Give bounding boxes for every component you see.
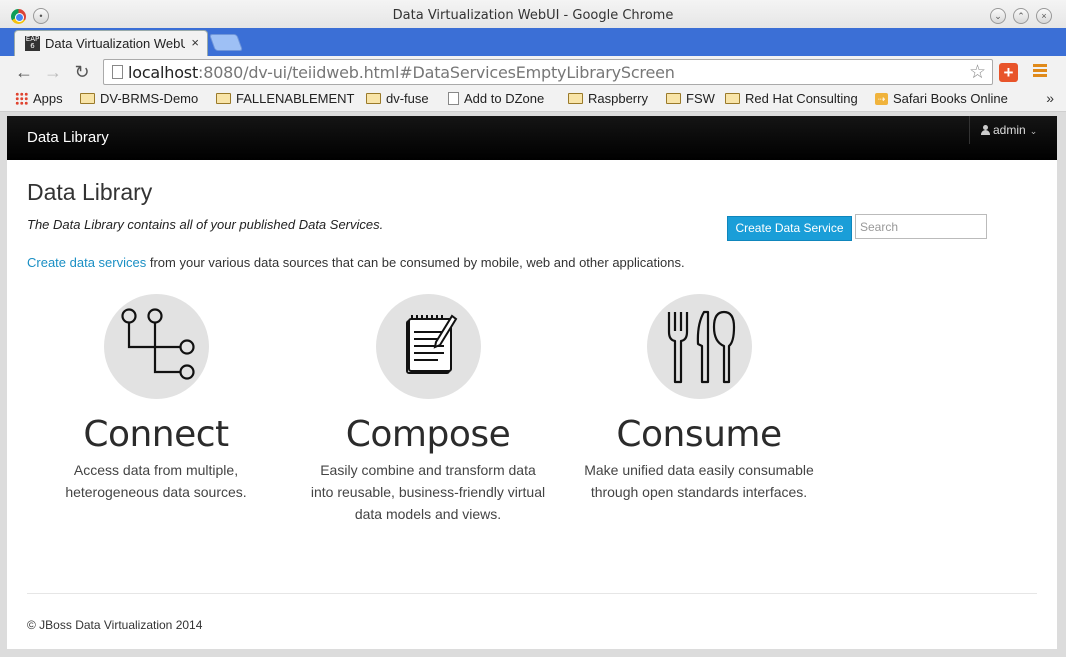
close-window-button[interactable]: × [1036, 8, 1052, 24]
forward-arrow-icon[interactable]: → [42, 61, 64, 83]
user-name: admin [993, 123, 1026, 137]
desc-line: through open standards interfaces. [590, 484, 808, 500]
url-host: localhost [128, 63, 199, 82]
bookmark-label: Apps [33, 91, 63, 106]
user-menu[interactable]: admin ⌄ [969, 116, 1057, 144]
page-icon [448, 92, 459, 105]
address-bar[interactable]: localhost:8080/dv-ui/teiidweb.html#DataS… [103, 59, 993, 85]
intro-rest: from your various data sources that can … [146, 255, 685, 270]
feature-connect: Connect Access data from multiple, heter… [26, 294, 286, 503]
bookmark-label: Red Hat Consulting [745, 91, 858, 106]
desc-line: into reusable, business-friendly virtual [310, 484, 546, 500]
page-icon [112, 65, 123, 79]
footer-copyright: © JBoss Data Virtualization 2014 [27, 618, 203, 632]
tab-data-virtualization[interactable]: EAP 6 Data Virtualization WebUI × [14, 30, 208, 56]
bookmark-label: Raspberry [588, 91, 648, 106]
intro-text: Create data services from your various d… [27, 255, 685, 270]
bookmark-red-hat-consulting[interactable]: Red Hat Consulting [725, 91, 865, 106]
tab-strip: EAP 6 Data Virtualization WebUI × [0, 28, 1066, 56]
app-navbar: Data Library admin ⌄ [7, 116, 1057, 160]
bookmark-label: dv-fuse [386, 91, 429, 106]
reload-icon[interactable]: ↻ [71, 61, 93, 83]
window-title: Data Virtualization WebUI - Google Chrom… [392, 8, 674, 23]
maximize-button[interactable]: ⌃ [1013, 8, 1029, 24]
new-tab-button[interactable] [208, 34, 244, 51]
feature-description: Easily combine and transform data into r… [298, 459, 558, 525]
folder-icon [80, 93, 95, 104]
bookmark-fallenablement[interactable]: FALLENABLEMENT [216, 91, 355, 106]
bookmark-label: Add to DZone [464, 91, 545, 106]
notepad-icon [375, 294, 481, 399]
bookmark-label: Safari Books Online [893, 91, 1008, 106]
desc-line: heterogeneous data sources. [65, 484, 247, 500]
url-path: :8080/dv-ui/teiidweb.html#DataServicesEm… [198, 63, 675, 82]
folder-icon [666, 93, 681, 104]
url-text: localhost:8080/dv-ui/teiidweb.html#DataS… [128, 63, 675, 82]
page-lead: The Data Library contains all of your pu… [27, 217, 384, 232]
folder-icon [568, 93, 583, 104]
create-data-service-button[interactable]: Create Data Service [727, 216, 852, 241]
bookmark-raspberry[interactable]: Raspberry [568, 91, 648, 106]
safari-icon: ⇢ [875, 92, 888, 105]
bookmark-safari-books[interactable]: ⇢ Safari Books Online [875, 91, 1013, 106]
chevron-down-icon: ⌄ [1029, 126, 1038, 136]
user-icon [981, 125, 990, 135]
tab-title: Data Virtualization WebUI [45, 36, 185, 51]
bookmark-dv-fuse[interactable]: dv-fuse [366, 91, 429, 106]
search-input[interactable] [855, 214, 987, 239]
page-title: Data Library [27, 179, 153, 205]
folder-icon [366, 93, 381, 104]
bookmark-dv-brms-demo[interactable]: DV-BRMS-Demo [80, 91, 198, 106]
bookmark-apps[interactable]: Apps [15, 91, 63, 106]
apps-grid-icon [15, 92, 28, 105]
create-data-services-link[interactable]: Create data services [27, 255, 146, 270]
bookmarks-bar: Apps DV-BRMS-Demo FALLENABLEMENT dv-fuse… [0, 88, 1066, 112]
back-arrow-icon[interactable]: ← [13, 61, 35, 83]
bookmark-label: DV-BRMS-Demo [100, 91, 199, 106]
bookmark-fsw[interactable]: FSW [666, 91, 715, 106]
feature-description: Make unified data easily consumable thro… [569, 459, 829, 503]
feature-title: Connect [83, 414, 229, 455]
folder-icon [216, 93, 231, 104]
footer-divider [27, 593, 1037, 594]
feature-description: Access data from multiple, heterogeneous… [26, 459, 286, 503]
bookmarks-overflow-icon[interactable]: » [1046, 90, 1054, 106]
feature-title: Consume [616, 414, 782, 455]
bookmark-add-to-dzone[interactable]: Add to DZone [448, 91, 544, 106]
desc-line: Access data from multiple, [73, 462, 239, 478]
browser-toolbar: ← → ↻ localhost:8080/dv-ui/teiidweb.html… [0, 56, 1066, 88]
desc-line: data models and views. [354, 506, 502, 522]
feature-consume: Consume Make unified data easily consuma… [569, 294, 829, 503]
app-brand[interactable]: Data Library [27, 129, 109, 146]
tab-close-icon[interactable]: × [191, 35, 199, 50]
folder-icon [725, 93, 740, 104]
utensils-icon [646, 294, 752, 399]
connect-tree-icon [103, 294, 209, 399]
chrome-menu-icon[interactable] [1033, 64, 1047, 80]
bookmark-label: FSW [686, 91, 715, 106]
desc-line: Make unified data easily consumable [584, 462, 814, 478]
feature-title: Compose [345, 414, 511, 455]
minimize-button[interactable]: ⌄ [990, 8, 1006, 24]
page-viewport: Data Library admin ⌄ Data Library The Dat… [7, 116, 1057, 649]
desc-line: Easily combine and transform data [320, 462, 536, 478]
feature-compose: Compose Easily combine and transform dat… [298, 294, 558, 525]
eap-favicon-icon: EAP 6 [25, 35, 40, 51]
bookmark-star-icon[interactable]: ☆ [969, 61, 986, 84]
extension-plus-icon[interactable]: + [999, 63, 1018, 82]
bookmark-label: FALLENABLEMENT [236, 91, 355, 106]
